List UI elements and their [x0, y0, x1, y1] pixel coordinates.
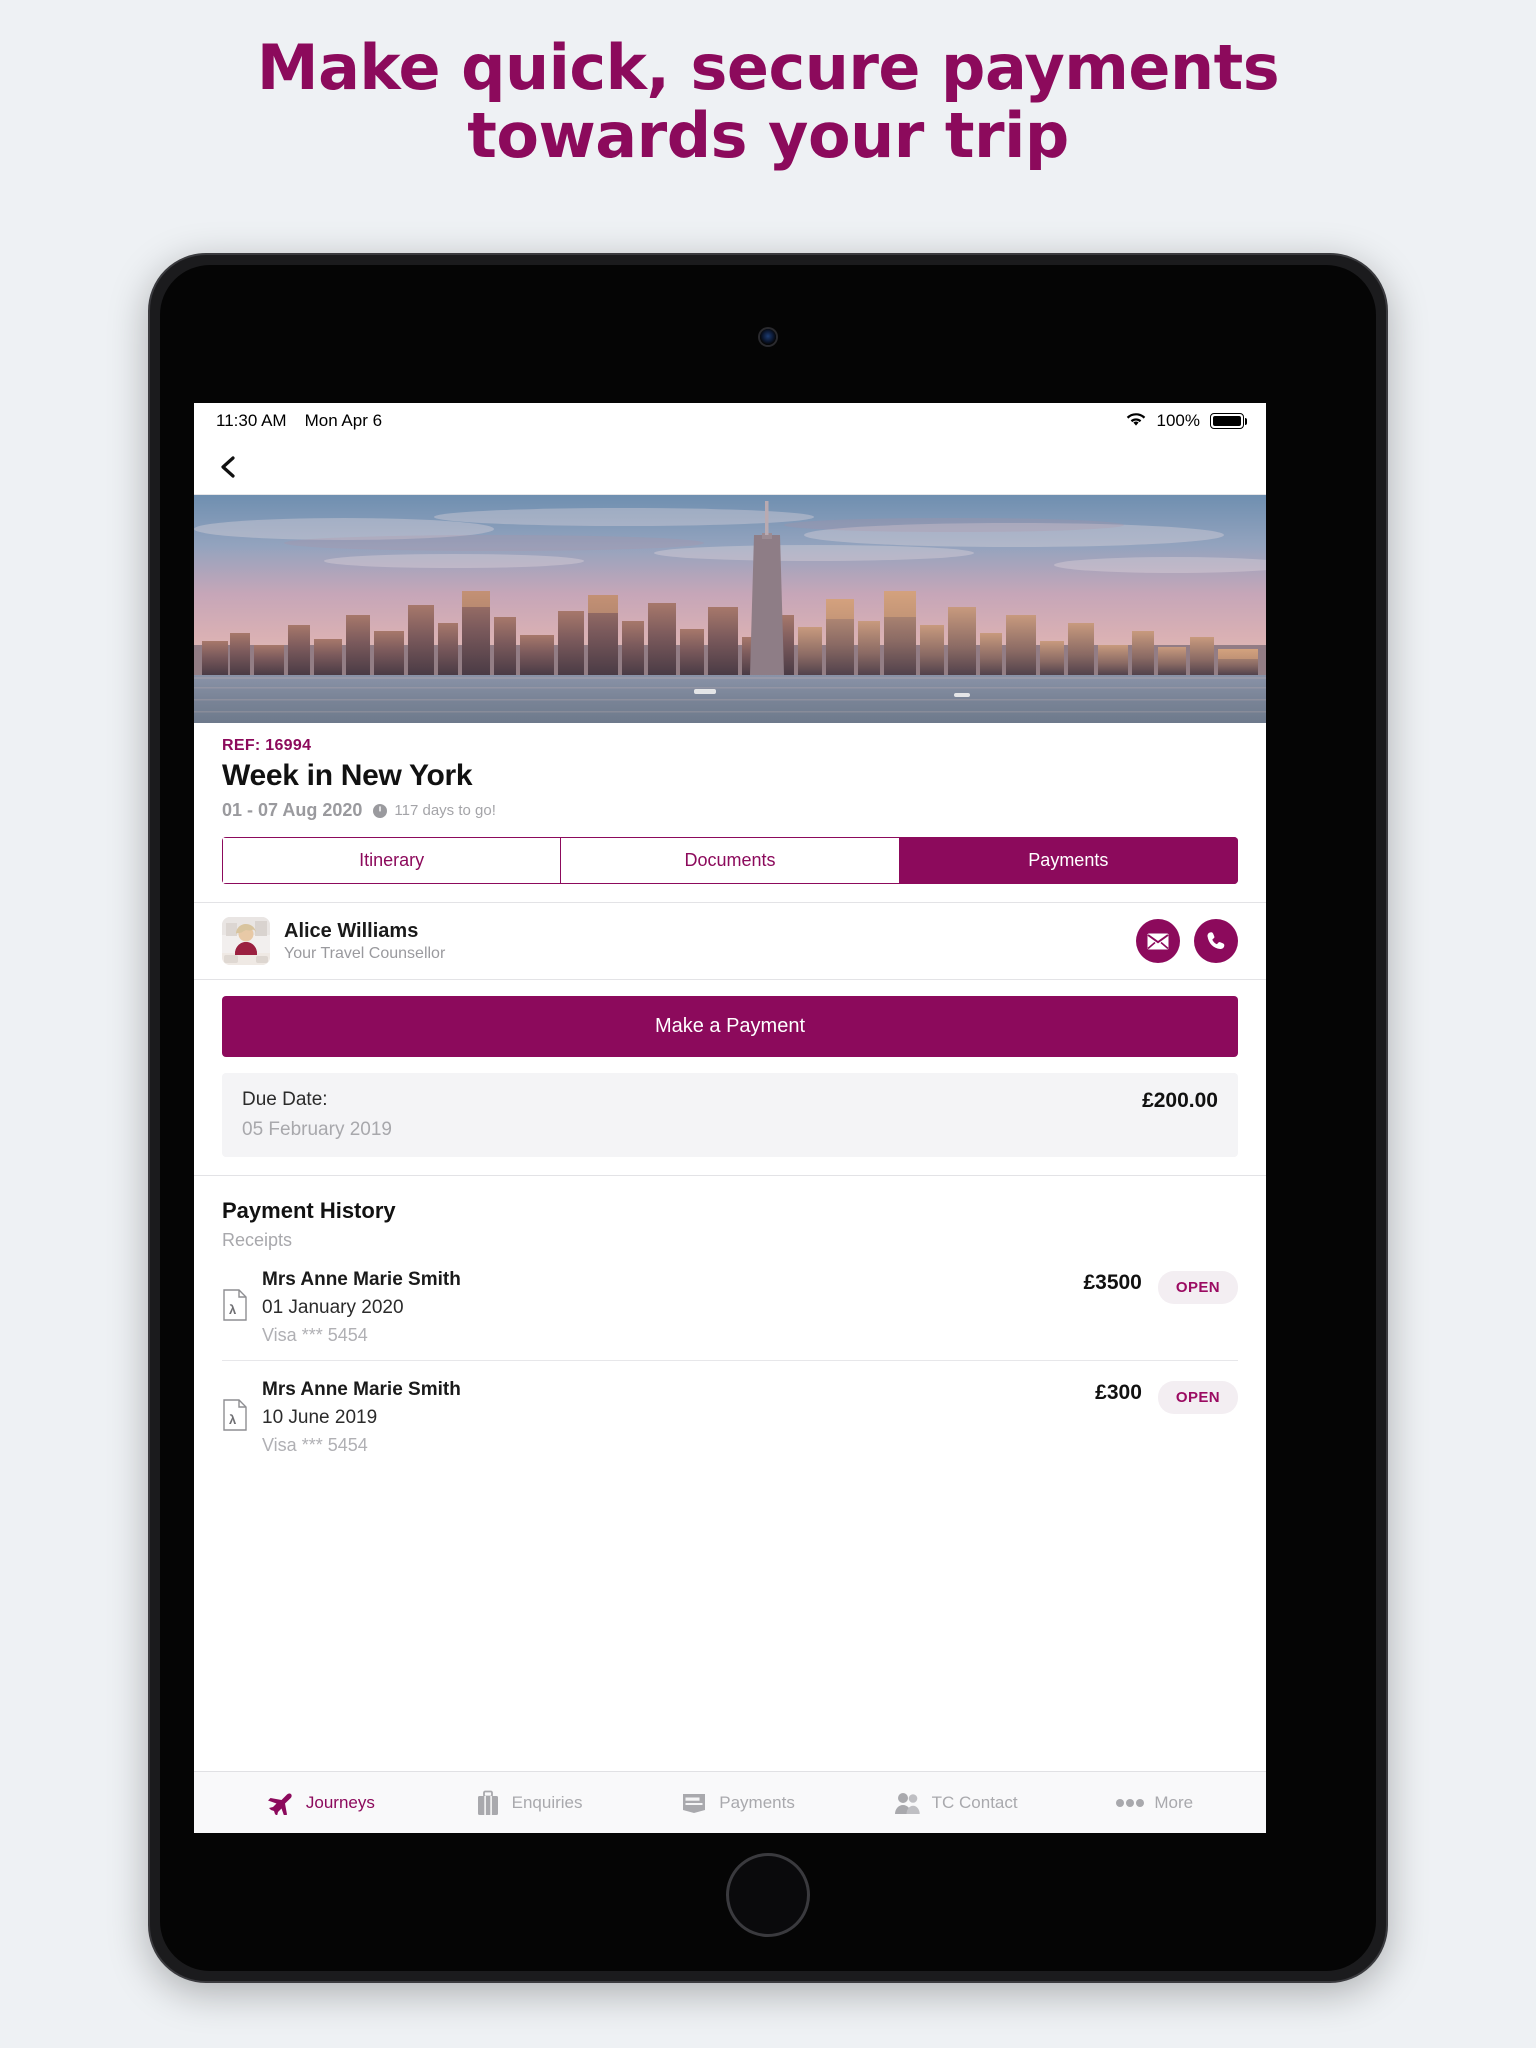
trip-section-tabs: Itinerary Documents Payments	[222, 837, 1238, 884]
tablet-device-frame: 11:30 AM Mon Apr 6 100% REF: 16994 Week …	[148, 253, 1388, 1983]
receipt-amount: £300	[1095, 1381, 1142, 1404]
battery-full-icon	[1210, 413, 1247, 429]
status-bar: 11:30 AM Mon Apr 6 100%	[194, 403, 1266, 439]
counsellor-info: Alice Williams Your Travel Counsellor	[284, 920, 445, 963]
tabbar-item-tc-contact[interactable]: TC Contact	[893, 1790, 1018, 1816]
page-title: Make quick, secure payments towards your…	[0, 31, 1536, 173]
home-button[interactable]	[726, 1853, 810, 1937]
destination-hero-image	[194, 495, 1266, 723]
trip-meta: 01 - 07 Aug 2020 117 days to go!	[222, 800, 1238, 821]
counsellor-role: Your Travel Counsellor	[284, 944, 446, 962]
counsellor-actions	[1136, 919, 1238, 963]
svg-text:λ: λ	[229, 1302, 237, 1317]
tabbar-item-journeys[interactable]: Journeys	[267, 1790, 375, 1816]
tabbar-item-more[interactable]: More	[1115, 1790, 1193, 1816]
due-payment-card: Due Date: 05 February 2019 £200.00	[222, 1073, 1238, 1157]
open-receipt-button[interactable]: OPEN	[1157, 1381, 1238, 1414]
trip-dates: 01 - 07 Aug 2020	[222, 800, 363, 820]
travel-counsellor-row[interactable]: Alice Williams Your Travel Counsellor	[194, 903, 1266, 979]
tabbar-label: More	[1154, 1792, 1194, 1812]
make-payment-button[interactable]: Make a Payment	[222, 996, 1238, 1057]
clock-icon	[372, 803, 388, 819]
table-row[interactable]: λ Mrs Anne Marie Smith 01 January 2020 V…	[222, 1251, 1238, 1361]
due-date-label: Due Date:	[242, 1089, 328, 1110]
tabbar-item-payments[interactable]: Payments	[680, 1790, 795, 1816]
pdf-icon: λ	[222, 1399, 248, 1431]
battery-percent-label: 100%	[1156, 411, 1200, 430]
receipt-name: Mrs Anne Marie Smith	[262, 1269, 461, 1290]
credit-card-icon	[680, 1790, 710, 1816]
receipt-details: Mrs Anne Marie Smith 10 June 2019 Visa *…	[262, 1379, 1081, 1456]
avatar	[222, 917, 270, 965]
payment-history-title: Payment History	[222, 1198, 396, 1223]
tabbar-item-enquiries[interactable]: Enquiries	[473, 1790, 583, 1816]
app-screen: 11:30 AM Mon Apr 6 100% REF: 16994 Week …	[194, 403, 1266, 1833]
back-button[interactable]	[216, 454, 242, 480]
headline-line-2: towards your trip	[467, 99, 1069, 173]
payment-history-header: Payment History Receipts	[194, 1176, 1266, 1251]
receipt-actions: £300 OPEN	[1095, 1379, 1238, 1414]
headline-line-1: Make quick, secure payments	[256, 31, 1280, 104]
receipt-name: Mrs Anne Marie Smith	[262, 1379, 461, 1400]
trip-reference: REF: 16994	[222, 737, 312, 754]
tabbar-label: Enquiries	[511, 1792, 583, 1812]
tab-itinerary[interactable]: Itinerary	[222, 837, 561, 884]
trip-countdown: 117 days to go!	[372, 802, 496, 819]
pdf-icon: λ	[222, 1289, 248, 1321]
navigation-bar	[194, 439, 1266, 495]
ellipsis-icon	[1115, 1790, 1145, 1816]
trip-title: Week in New York	[222, 759, 473, 792]
receipt-amount: £3500	[1083, 1271, 1142, 1294]
table-row[interactable]: λ Mrs Anne Marie Smith 10 June 2019 Visa…	[222, 1361, 1238, 1470]
svg-text:λ: λ	[229, 1412, 237, 1427]
counsellor-name: Alice Williams	[284, 919, 419, 942]
bottom-tab-bar: Journeys Enquiries Payments TC Contact M…	[194, 1771, 1266, 1833]
countdown-label: 117 days to go!	[394, 802, 496, 819]
open-receipt-button[interactable]: OPEN	[1157, 1271, 1238, 1304]
front-camera-icon	[760, 329, 776, 345]
tabbar-label: Journeys	[305, 1792, 375, 1812]
tab-documents[interactable]: Documents	[560, 837, 899, 884]
receipt-date: 10 June 2019	[262, 1407, 378, 1428]
receipt-card: Visa *** 5454	[262, 1435, 368, 1455]
payment-history-subtitle: Receipts	[222, 1230, 293, 1250]
airplane-icon	[267, 1790, 297, 1816]
status-time: 11:30 AM	[216, 411, 287, 430]
promo-page: Make quick, secure payments towards your…	[0, 0, 1536, 2048]
receipt-actions: £3500 OPEN	[1083, 1269, 1238, 1304]
people-icon	[893, 1790, 923, 1816]
email-counsellor-button[interactable]	[1136, 919, 1180, 963]
call-counsellor-button[interactable]	[1194, 919, 1238, 963]
due-amount: £200.00	[1142, 1089, 1218, 1112]
due-date-value: 05 February 2019	[242, 1119, 392, 1140]
trip-summary: REF: 16994 Week in New York 01 - 07 Aug …	[194, 723, 1266, 821]
wifi-icon	[1125, 411, 1147, 432]
receipt-date: 01 January 2020	[262, 1297, 404, 1318]
suitcase-icon	[473, 1790, 503, 1816]
payment-action-area: Make a Payment	[194, 980, 1266, 1057]
receipt-card: Visa *** 5454	[262, 1325, 368, 1345]
tabbar-label: TC Contact	[931, 1792, 1018, 1812]
due-details: Due Date: 05 February 2019	[242, 1089, 392, 1141]
tabbar-label: Payments	[719, 1792, 795, 1812]
receipt-details: Mrs Anne Marie Smith 01 January 2020 Vis…	[262, 1269, 1069, 1346]
status-date: Mon Apr 6	[304, 411, 383, 430]
tab-payments[interactable]: Payments	[898, 837, 1238, 884]
